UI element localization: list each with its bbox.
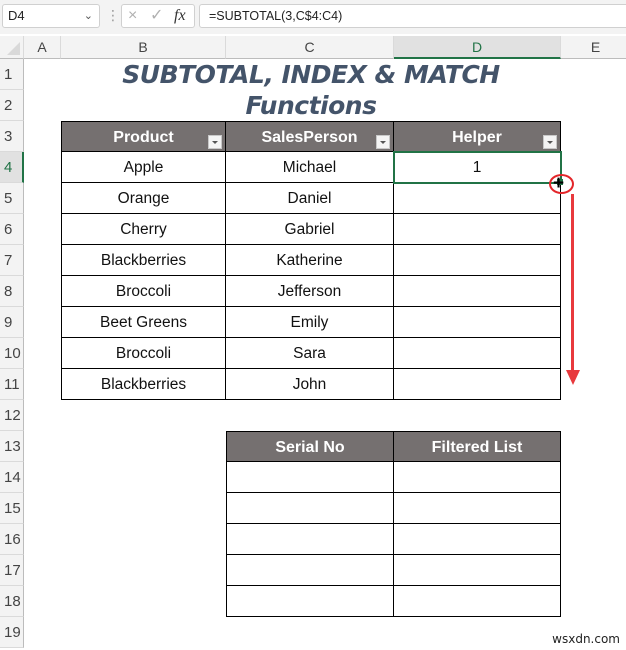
crosshair-cursor-icon: + [553,173,565,194]
name-box[interactable]: D4 ⌄ [2,4,100,28]
row-header-17[interactable]: 17 [0,555,24,586]
row-header-6[interactable]: 6 [0,214,24,245]
salesperson-cell[interactable]: Gabriel [226,214,394,245]
helper-cell[interactable] [394,369,561,400]
serial-no-cell[interactable] [226,586,394,617]
header-filtered-list: Filtered List [394,431,561,462]
formula-buttons: × ✓ fx [121,4,195,28]
helper-cell[interactable] [394,338,561,369]
more-options-icon[interactable]: ⋮ [106,7,120,23]
filter-dropdown-icon[interactable] [376,135,390,149]
helper-cell[interactable] [394,183,561,214]
product-cell[interactable]: Broccoli [61,276,226,307]
header-product: Product [61,121,226,152]
helper-cell[interactable] [394,307,561,338]
row-header-8[interactable]: 8 [0,276,24,307]
filter-dropdown-icon[interactable] [543,135,557,149]
helper-cell[interactable] [394,214,561,245]
insert-function-icon[interactable]: fx [174,6,186,26]
product-cell[interactable]: Broccoli [61,338,226,369]
formula-bar: D4 ⌄ ⋮ × ✓ fx =SUBTOTAL(3,C$4:C4) [0,0,626,34]
formula-input[interactable]: =SUBTOTAL(3,C$4:C4) [199,4,626,28]
row-header-12[interactable]: 12 [0,400,24,431]
salesperson-cell[interactable]: Katherine [226,245,394,276]
product-cell[interactable]: Orange [61,183,226,214]
header-serial-no: Serial No [226,431,394,462]
product-cell[interactable]: Beet Greens [61,307,226,338]
arrow-down-icon [566,370,580,385]
filtered-list-cell[interactable] [394,586,561,617]
cancel-icon[interactable]: × [128,6,137,26]
column-header-b[interactable]: B [61,36,226,59]
product-cell[interactable]: Blackberries [61,369,226,400]
filtered-list-cell[interactable] [394,524,561,555]
row-header-4[interactable]: 4 [0,152,24,183]
sheet-title: SUBTOTAL, INDEX & MATCH Functions [122,60,500,120]
select-all-button[interactable] [0,36,24,59]
row-header-1[interactable]: 1 [0,59,24,90]
filter-dropdown-icon[interactable] [208,135,222,149]
product-cell[interactable]: Cherry [61,214,226,245]
row-header-2[interactable]: 2 [0,90,24,121]
salesperson-cell[interactable]: Sara [226,338,394,369]
row-header-16[interactable]: 16 [0,524,24,555]
row-header-18[interactable]: 18 [0,586,24,617]
filtered-list-cell[interactable] [394,555,561,586]
row-header-13[interactable]: 13 [0,431,24,462]
chevron-down-icon[interactable]: ⌄ [84,5,93,27]
header-label: Product [113,129,174,146]
column-header-e[interactable]: E [561,36,626,59]
column-header-d[interactable]: D [394,36,561,59]
salesperson-cell[interactable]: Jefferson [226,276,394,307]
salesperson-cell[interactable]: Daniel [226,183,394,214]
helper-cell[interactable]: 1 [394,152,561,183]
serial-no-cell[interactable] [226,462,394,493]
filtered-list-cell[interactable] [394,493,561,524]
drag-arrow-annotation [571,194,574,372]
helper-cell[interactable] [394,245,561,276]
salesperson-cell[interactable]: Emily [226,307,394,338]
header-salesperson: SalesPerson [226,121,394,152]
watermark: wsxdn.com [552,632,620,646]
row-header-3[interactable]: 3 [0,121,24,152]
enter-icon[interactable]: ✓ [150,6,163,26]
serial-no-cell[interactable] [226,524,394,555]
column-header-a[interactable]: A [24,36,61,59]
row-header-9[interactable]: 9 [0,307,24,338]
row-header-10[interactable]: 10 [0,338,24,369]
serial-no-cell[interactable] [226,555,394,586]
row-header-19[interactable]: 19 [0,617,24,648]
header-label: SalesPerson [261,129,358,146]
row-header-11[interactable]: 11 [0,369,24,400]
row-header-14[interactable]: 14 [0,462,24,493]
serial-no-cell[interactable] [226,493,394,524]
column-header-c[interactable]: C [226,36,394,59]
salesperson-cell[interactable]: John [226,369,394,400]
product-cell[interactable]: Blackberries [61,245,226,276]
name-box-value: D4 [8,8,25,23]
helper-cell[interactable] [394,276,561,307]
row-header-7[interactable]: 7 [0,245,24,276]
header-label: Helper [452,129,502,146]
header-helper: Helper [394,121,561,152]
row-header-15[interactable]: 15 [0,493,24,524]
product-cell[interactable]: Apple [61,152,226,183]
row-header-5[interactable]: 5 [0,183,24,214]
salesperson-cell[interactable]: Michael [226,152,394,183]
filtered-list-cell[interactable] [394,462,561,493]
